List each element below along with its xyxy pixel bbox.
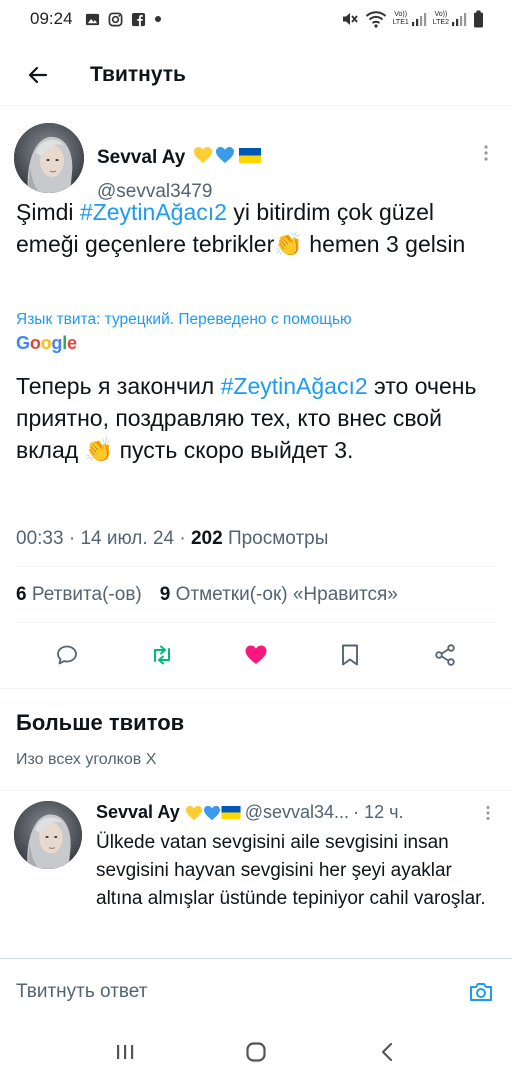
tweet-stats: 6 Ретвита(-ов) 9 Отметки(-ок) «Нравится» <box>16 584 398 606</box>
gallery-notification-icon <box>85 12 100 27</box>
translation-note: Язык твита: турецкий. Переведено с помощ… <box>16 311 352 328</box>
more-tweets-title: Больше твитов <box>16 710 185 735</box>
blue-heart-icon <box>203 805 220 820</box>
app-header: Твитнуть <box>0 44 512 106</box>
mute-icon <box>341 11 359 27</box>
back-nav-icon[interactable] <box>367 1032 407 1072</box>
ukraine-flag-icon <box>221 806 241 819</box>
instagram-notification-icon <box>108 12 123 27</box>
retweet-icon[interactable] <box>140 633 184 677</box>
tweet-time[interactable]: 00:33 <box>16 528 64 549</box>
reply-input[interactable]: Твитнуть ответ <box>16 981 466 1003</box>
back-arrow-icon[interactable] <box>20 57 56 93</box>
status-time: 09:24 <box>30 9 73 28</box>
yellow-heart-icon <box>185 805 202 820</box>
related-tweet[interactable]: Sevval Ay @sevval34... · 12 ч. Ülkede va… <box>0 790 512 960</box>
translated-text: Теперь я закончил #ZeytinAğacı2 это очен… <box>16 373 477 463</box>
divider <box>16 622 496 623</box>
tweet-date[interactable]: 14 июл. 24 <box>80 528 174 549</box>
views-count: 202 <box>190 528 223 549</box>
related-author-handle[interactable]: @sevval34... <box>245 802 349 823</box>
sim1-signal-icon: Vo)) LTE1 <box>393 11 427 27</box>
tweet-text: Şimdi #ZeytinAğacı2 yi bitirdim çok güze… <box>16 199 466 257</box>
status-bar: 09:24 Vo)) LTE1 Vo)) LTE2 <box>0 0 512 38</box>
recent-apps-icon[interactable] <box>105 1032 145 1072</box>
blue-heart-icon <box>215 146 235 170</box>
retweets-stat[interactable]: 6 Ретвита(-ов) <box>16 584 142 606</box>
views-label: Просмотры <box>227 528 329 549</box>
related-tweet-header: Sevval Ay @sevval34... · 12 ч. <box>96 802 496 823</box>
reply-composer[interactable]: Твитнуть ответ <box>0 958 512 1024</box>
wifi-icon <box>365 10 387 28</box>
related-tweet-text: Ülkede vatan sevgisini aile sevgisini in… <box>96 832 486 909</box>
more-options-icon[interactable] <box>474 141 498 165</box>
likes-stat[interactable]: 9 Отметки(-ок) «Нравится» <box>160 584 398 606</box>
facebook-notification-icon <box>131 12 146 27</box>
tweet-author: Sevval Ay @sevval3479 <box>14 123 498 202</box>
tweet-meta: 00:33 · 14 июл. 24 · 202 Просмотры <box>16 528 329 549</box>
camera-icon[interactable] <box>466 977 496 1007</box>
bookmark-icon[interactable] <box>328 633 372 677</box>
related-emoji-group <box>185 805 241 821</box>
author-avatar[interactable] <box>14 123 84 193</box>
reply-icon[interactable] <box>45 633 89 677</box>
hashtag-link[interactable]: #ZeytinAğacı2 <box>80 199 227 225</box>
system-nav-bar <box>0 1024 512 1080</box>
translated-hashtag-link[interactable]: #ZeytinAğacı2 <box>221 373 368 399</box>
yellow-heart-icon <box>193 146 213 170</box>
related-author-name[interactable]: Sevval Ay <box>96 802 180 823</box>
battery-icon <box>473 10 484 28</box>
home-icon[interactable] <box>236 1032 276 1072</box>
divider <box>16 566 496 567</box>
related-tweet-time: · 12 ч. <box>353 802 404 822</box>
google-logo: Google <box>16 333 77 353</box>
section-divider <box>0 688 512 689</box>
related-author-avatar[interactable] <box>14 801 82 869</box>
like-icon[interactable] <box>234 633 278 677</box>
more-notifications-dot-icon <box>154 15 162 23</box>
page-title: Твитнуть <box>90 62 186 86</box>
more-tweets-subtitle: Изо всех уголков X <box>16 751 157 768</box>
share-icon[interactable] <box>423 633 467 677</box>
tweet-actions <box>0 632 512 678</box>
sim2-signal-icon: Vo)) LTE2 <box>433 11 467 27</box>
ukraine-flag-icon <box>237 147 262 169</box>
author-name[interactable]: Sevval Ay <box>97 146 262 170</box>
related-more-options-icon[interactable] <box>478 803 498 823</box>
